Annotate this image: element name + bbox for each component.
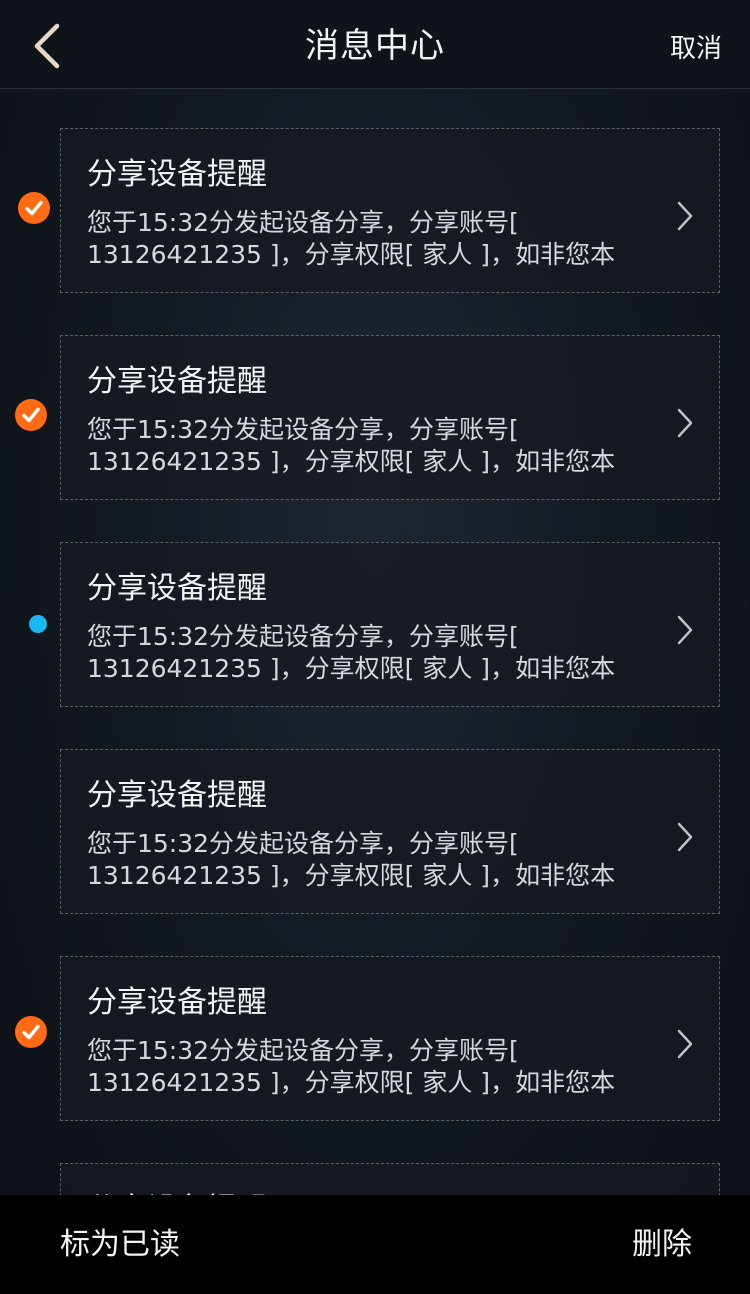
message-card[interactable]: 分享设备提醒 您于15:32分发起设备分享，分享账号[ 13126421235 … (60, 335, 720, 500)
message-title: 分享设备提醒 (87, 985, 267, 1020)
message-row: 分享设备提醒 (0, 1163, 750, 1195)
message-row: 分享设备提醒 您于15:32分发起设备分享，分享账号[ 13126421235 … (0, 128, 750, 296)
message-title: 分享设备提醒 (87, 364, 267, 399)
chevron-right-icon (677, 408, 693, 438)
message-list[interactable]: 分享设备提醒 您于15:32分发起设备分享，分享账号[ 13126421235 … (0, 89, 750, 1195)
message-card[interactable]: 分享设备提醒 (60, 1163, 720, 1195)
message-row: 分享设备提醒 您于15:32分发起设备分享，分享账号[ 13126421235 … (0, 335, 750, 503)
message-row: 分享设备提醒 您于15:32分发起设备分享，分享账号[ 13126421235 … (0, 956, 750, 1124)
message-row: 分享设备提醒 您于15:32分发起设备分享，分享账号[ 13126421235 … (0, 749, 750, 917)
chevron-right-icon (677, 201, 693, 231)
message-title: 分享设备提醒 (87, 778, 267, 813)
chevron-right-icon (677, 822, 693, 852)
message-body: 您于15:32分发起设备分享，分享账号[ 13126421235 ]，分享权限[… (87, 829, 616, 890)
message-title: 分享设备提醒 (87, 1184, 267, 1195)
message-body: 您于15:32分发起设备分享，分享账号[ 13126421235 ]，分享权限[… (87, 208, 616, 269)
message-card[interactable]: 分享设备提醒 您于15:32分发起设备分享，分享账号[ 13126421235 … (60, 956, 720, 1121)
selected-check-icon[interactable] (15, 399, 47, 431)
message-row: 分享设备提醒 您于15:32分发起设备分享，分享账号[ 13126421235 … (0, 542, 750, 710)
cancel-button[interactable]: 取消 (670, 0, 722, 98)
header-bar: 消息中心 取消 (0, 0, 750, 89)
message-title: 分享设备提醒 (87, 157, 267, 192)
mark-as-read-button[interactable]: 标为已读 (60, 1195, 180, 1294)
bottom-action-bar: 标为已读 删除 (0, 1195, 750, 1294)
message-body: 您于15:32分发起设备分享，分享账号[ 13126421235 ]，分享权限[… (87, 415, 616, 476)
message-body: 您于15:32分发起设备分享，分享账号[ 13126421235 ]，分享权限[… (87, 1036, 616, 1097)
selected-check-icon[interactable] (15, 1016, 47, 1048)
page-title: 消息中心 (305, 26, 445, 66)
chevron-right-icon (677, 1029, 693, 1059)
message-card[interactable]: 分享设备提醒 您于15:32分发起设备分享，分享账号[ 13126421235 … (60, 749, 720, 914)
message-card[interactable]: 分享设备提醒 您于15:32分发起设备分享，分享账号[ 13126421235 … (60, 542, 720, 707)
chevron-right-icon (677, 615, 693, 645)
selected-check-icon[interactable] (18, 192, 50, 224)
delete-button[interactable]: 删除 (632, 1195, 692, 1294)
message-title: 分享设备提醒 (87, 571, 267, 606)
message-card[interactable]: 分享设备提醒 您于15:32分发起设备分享，分享账号[ 13126421235 … (60, 128, 720, 293)
message-body: 您于15:32分发起设备分享，分享账号[ 13126421235 ]，分享权限[… (87, 622, 616, 683)
unread-dot-icon (29, 615, 47, 633)
